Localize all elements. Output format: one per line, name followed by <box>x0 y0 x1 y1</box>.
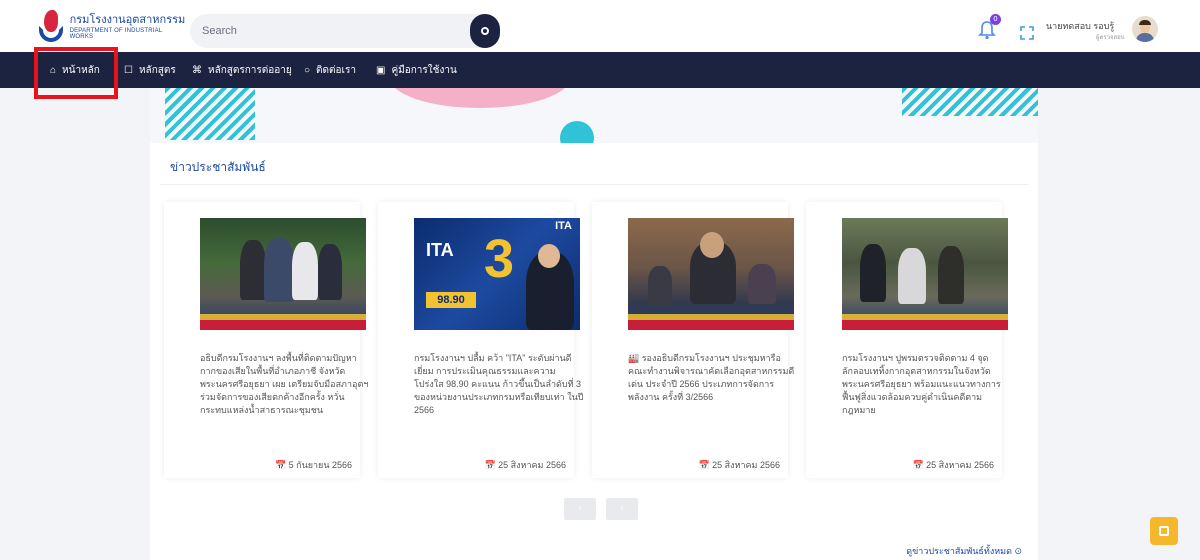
logo-title-english: DEPARTMENT OF INDUSTRIAL WORKS <box>69 27 163 40</box>
home-icon: ⌂ <box>50 64 57 76</box>
news-date: 📅 25 สิงหาคม 2566 <box>698 460 780 470</box>
nav-item-renewal-courses[interactable]: ⌘ หลักสูตรการต่ออายุ <box>192 52 292 88</box>
calendar-icon: 📅 <box>275 460 287 470</box>
user-avatar[interactable] <box>1132 16 1158 42</box>
scroll-to-top-button[interactable] <box>1150 517 1178 545</box>
news-description[interactable]: อธิบดีกรมโรงงานฯ ลงพื้นที่ติดตามปัญหากาก… <box>200 352 370 417</box>
search-input[interactable] <box>202 22 462 40</box>
book-icon: ☐ <box>124 64 133 76</box>
nav-label-contact: ติดต่อเรา <box>316 64 356 76</box>
news-thumbnail[interactable] <box>842 218 1008 330</box>
view-all-news-link[interactable]: ดูข่าวประชาสัมพันธ์ทั้งหมด ⊙ <box>906 544 1022 558</box>
calendar-icon: 📅 <box>484 460 497 470</box>
hero-banner <box>150 88 1038 143</box>
nav-label-manual: คู่มือการใช้งาน <box>391 64 457 76</box>
news-date: 📅 25 สิงหาคม 2566 <box>484 460 566 470</box>
search-bar <box>190 14 500 48</box>
news-card[interactable]: อธิบดีกรมโรงงานฯ ลงพื้นที่ติดตามปัญหากาก… <box>164 202 368 478</box>
nav-label-renewal-courses: หลักสูตรการต่ออายุ <box>208 64 292 76</box>
logo-title-thai: กรมโรงงานอุตสาหกรรม <box>69 13 186 26</box>
news-date: 📅 5 กันยายน 2566 <box>275 460 352 470</box>
chat-icon: ○ <box>304 64 311 76</box>
news-thumbnail[interactable] <box>200 218 366 330</box>
command-icon: ⌘ <box>192 64 202 76</box>
divider <box>160 184 1028 185</box>
news-thumbnail[interactable]: ITA ITA 3 98.90 <box>414 218 580 330</box>
manual-icon: ▣ <box>376 64 386 76</box>
news-section-title: ข่าวประชาสัมพันธ์ <box>170 160 266 174</box>
fullscreen-icon[interactable] <box>1020 25 1034 40</box>
user-name: นายทดสอบ รอบรู้ <box>1046 21 1115 31</box>
notification-count-badge: 0 <box>990 14 1001 25</box>
main-navbar: ⌂ หน้าหลัก ☐ หลักสูตร ⌘ หลักสูตรการต่ออา… <box>0 52 1200 88</box>
search-icon <box>481 27 489 35</box>
nav-item-home[interactable]: ⌂ หน้าหลัก <box>50 52 100 88</box>
calendar-icon: 📅 <box>912 460 925 470</box>
news-card[interactable]: ITA ITA 3 98.90 กรมโรงงานฯ ปลื้ม คว้า "I… <box>378 202 584 478</box>
news-description[interactable]: กรมโรงงานฯ ปลื้ม คว้า "ITA" ระดับผ่านดีเ… <box>414 352 584 417</box>
nav-label-courses: หลักสูตร <box>138 64 176 76</box>
news-thumbnail[interactable] <box>628 218 794 330</box>
search-button[interactable] <box>470 14 500 48</box>
main-content: ข่าวประชาสัมพันธ์ อธิบดีกรมโรงงานฯ ลงพื้… <box>150 88 1038 560</box>
nav-item-manual[interactable]: ▣ คู่มือการใช้งาน <box>376 52 457 88</box>
news-description[interactable]: 🏭 รองอธิบดีกรมโรงงานฯ ประชุมหารือคณะทำงา… <box>628 352 798 404</box>
carousel-next-button[interactable]: › <box>606 498 638 520</box>
dept-logo[interactable]: กรมโรงงานอุตสาหกรรม DEPARTMENT OF INDUST… <box>36 10 186 44</box>
nav-item-courses[interactable]: ☐ หลักสูตร <box>124 52 176 88</box>
carousel-prev-button[interactable]: ‹ <box>564 498 596 520</box>
scroll-up-icon <box>1159 526 1169 536</box>
nav-item-contact[interactable]: ○ ติดต่อเรา <box>304 52 356 88</box>
nav-label-home: หน้าหลัก <box>62 64 100 76</box>
news-card[interactable]: กรมโรงงานฯ ปูพรมตรวจติดตาม 4 จุดลักลอบเท… <box>806 202 1008 478</box>
calendar-icon: 📅 <box>698 460 711 470</box>
logo-emblem-icon <box>36 10 66 44</box>
user-role: ผู้ตรวจสอบ <box>1096 35 1125 41</box>
news-date: 📅 25 สิงหาคม 2566 <box>912 460 994 470</box>
news-card[interactable]: 🏭 รองอธิบดีกรมโรงงานฯ ประชุมหารือคณะทำงา… <box>592 202 794 478</box>
news-description[interactable]: กรมโรงงานฯ ปูพรมตรวจติดตาม 4 จุดลักลอบเท… <box>842 352 1012 417</box>
top-header: กรมโรงงานอุตสาหกรรม DEPARTMENT OF INDUST… <box>0 0 1200 52</box>
